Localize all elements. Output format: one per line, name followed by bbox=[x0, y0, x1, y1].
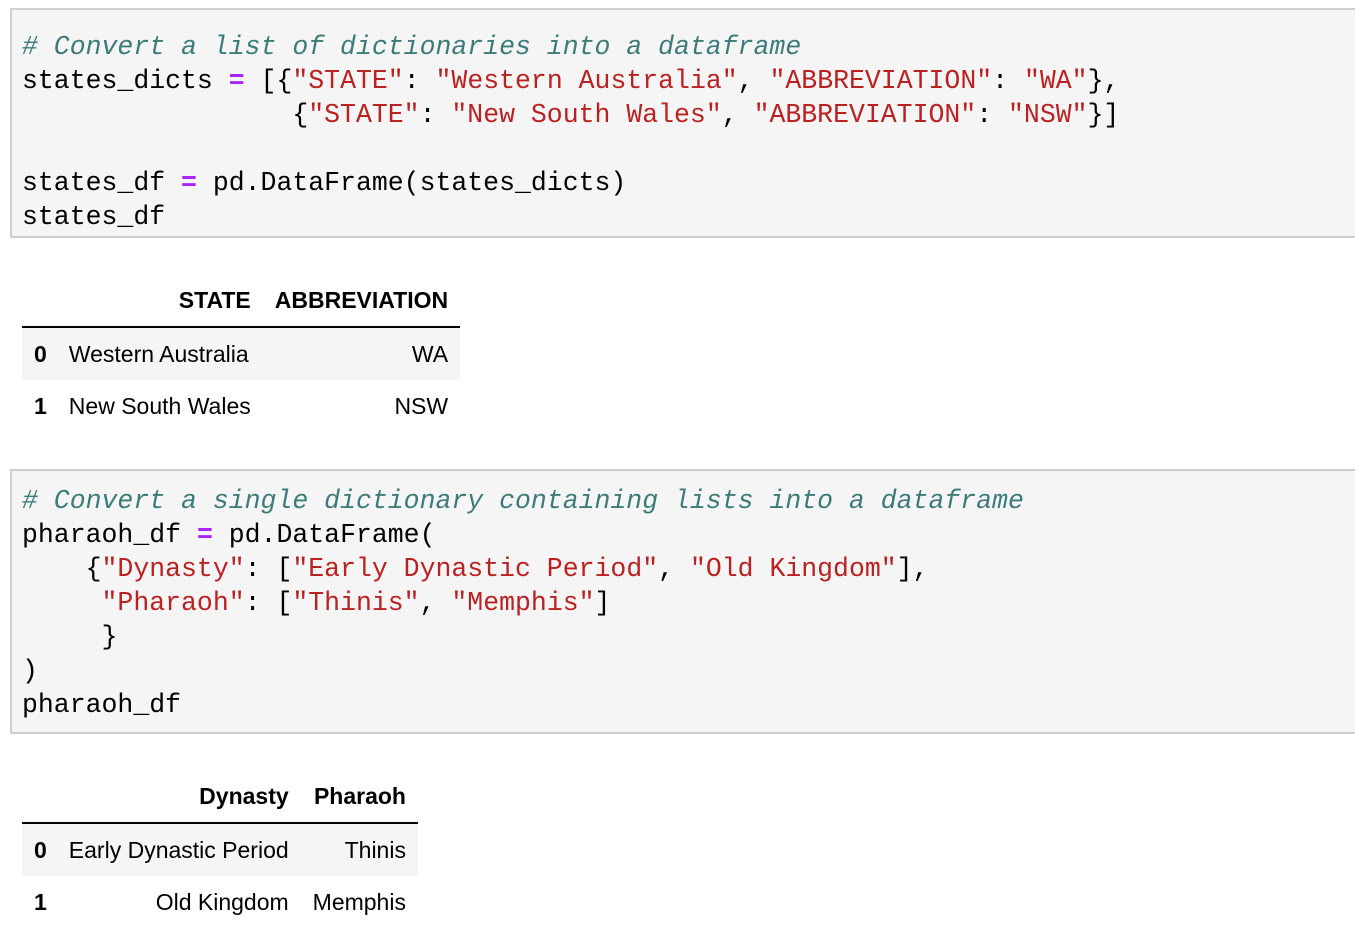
table-cell: NSW bbox=[394, 393, 449, 419]
code-operator: = bbox=[228, 66, 245, 96]
dataframe-output-states: STATE ABBREVIATION 0 Western Australia W… bbox=[22, 274, 461, 433]
code-token: pd.DataFrame(states_dicts) bbox=[196, 168, 627, 198]
column-header: ABBREVIATION bbox=[262, 274, 461, 328]
code-string: "STATE" bbox=[292, 66, 404, 96]
code-token: }] bbox=[1087, 100, 1120, 130]
table-row: 0 Early Dynastic Period Thinis bbox=[22, 823, 418, 876]
code-editor[interactable]: # Convert a list of dictionaries into a … bbox=[22, 30, 1355, 234]
code-operator: = bbox=[196, 520, 213, 550]
table-row: 1 New South Wales NSW bbox=[22, 380, 460, 433]
table-cell: Early Dynastic Period bbox=[68, 836, 289, 863]
code-token: pharaoh_df bbox=[22, 520, 182, 550]
table-cell: Thinis bbox=[344, 836, 406, 863]
index-header bbox=[22, 274, 57, 328]
code-string: "STATE" bbox=[308, 100, 420, 130]
code-token: } bbox=[22, 622, 118, 652]
table-cell: Memphis bbox=[312, 889, 406, 915]
table-cell: Western Australia bbox=[68, 340, 249, 367]
code-token: ] bbox=[594, 588, 611, 618]
code-token: : bbox=[992, 66, 1024, 96]
code-token: : bbox=[403, 66, 436, 96]
table-row: 1 Old Kingdom Memphis bbox=[22, 876, 418, 929]
code-token: : [ bbox=[244, 588, 293, 618]
code-string: "NSW" bbox=[1008, 100, 1088, 130]
row-index: 0 bbox=[34, 340, 47, 367]
code-string: "Western Australia" bbox=[435, 66, 738, 96]
code-string: "Early Dynastic Period" bbox=[292, 554, 659, 584]
code-string: "Dynasty" bbox=[101, 554, 245, 584]
code-operator: = bbox=[181, 168, 197, 198]
code-token: [{ bbox=[244, 66, 293, 96]
code-token: }, bbox=[1087, 66, 1120, 96]
code-editor[interactable]: # Convert a single dictionary containing… bbox=[22, 484, 1355, 722]
column-header: Dynasty bbox=[56, 770, 301, 824]
code-token: states_dicts bbox=[22, 66, 213, 96]
code-token: , bbox=[737, 66, 770, 96]
table-cell: Old Kingdom bbox=[155, 889, 289, 915]
code-token: , bbox=[658, 554, 690, 584]
table-row: 0 Western Australia WA bbox=[22, 327, 461, 380]
code-token: ], bbox=[896, 554, 929, 584]
row-index: 1 bbox=[34, 889, 47, 915]
code-token: : bbox=[419, 100, 452, 130]
code-token: pd.DataFrame( bbox=[212, 520, 436, 550]
code-token: pharaoh_df bbox=[22, 690, 182, 720]
code-token: : [ bbox=[244, 554, 293, 584]
code-string: "Old Kingdom" bbox=[689, 554, 897, 584]
code-token: , bbox=[419, 588, 452, 618]
code-token: : bbox=[976, 100, 1009, 130]
code-string: "New South Wales" bbox=[451, 100, 722, 130]
code-string: "Pharaoh" bbox=[101, 588, 245, 618]
code-token: { bbox=[22, 100, 309, 130]
row-index: 0 bbox=[34, 836, 47, 863]
code-cell-pharaoh[interactable]: # Convert a single dictionary containing… bbox=[10, 469, 1355, 734]
table-cell: New South Wales bbox=[68, 393, 251, 419]
code-token: ) bbox=[22, 656, 38, 686]
column-header: Pharaoh bbox=[300, 770, 418, 824]
code-string: "WA" bbox=[1023, 66, 1088, 96]
index-header bbox=[22, 770, 57, 824]
code-comment: # Convert a single dictionary containing… bbox=[22, 486, 1024, 516]
dataframe-output-pharaoh: Dynasty Pharaoh 0 Early Dynastic Period … bbox=[22, 770, 418, 929]
code-string: "ABBREVIATION" bbox=[769, 66, 993, 96]
code-cell-states[interactable]: # Convert a list of dictionaries into a … bbox=[10, 8, 1355, 238]
code-string: "ABBREVIATION" bbox=[753, 100, 977, 130]
code-string: "Memphis" bbox=[451, 588, 595, 618]
table-cell: WA bbox=[411, 340, 449, 367]
code-token: states_df bbox=[22, 168, 166, 198]
code-comment: # Convert a list of dictionaries into a … bbox=[22, 32, 802, 62]
code-token: states_df bbox=[22, 202, 166, 232]
code-string: "Thinis" bbox=[292, 588, 420, 618]
code-token: { bbox=[22, 554, 102, 584]
row-index: 1 bbox=[34, 393, 47, 419]
column-header: STATE bbox=[56, 274, 263, 328]
code-token: , bbox=[721, 100, 754, 130]
